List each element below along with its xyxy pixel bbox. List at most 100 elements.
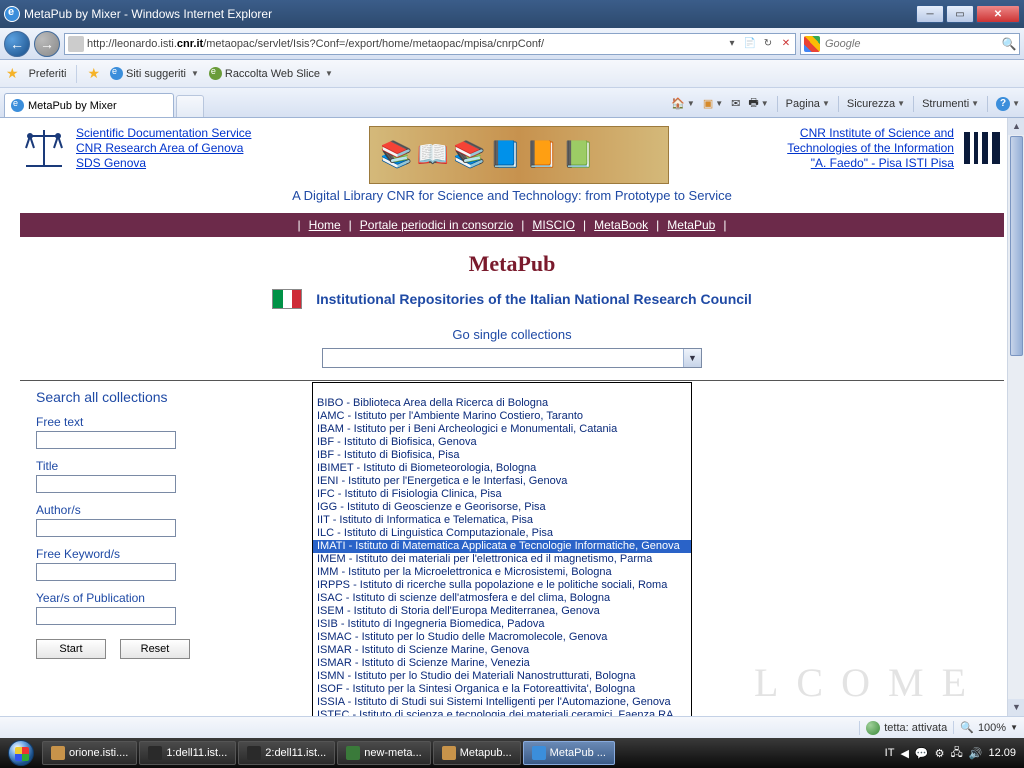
- collection-dropdown-list[interactable]: BIBO - Biblioteca Area della Ricerca di …: [312, 382, 692, 716]
- dropdown-option[interactable]: IBF - Istituto di Biofisica, Genova: [313, 436, 691, 449]
- nav-home[interactable]: Home: [309, 218, 341, 232]
- nav-portale[interactable]: Portale periodici in consorzio: [360, 218, 513, 232]
- hdr-link[interactable]: Scientific Documentation Service: [76, 126, 251, 141]
- dropdown-option[interactable]: ISIB - Istituto di Ingegneria Biomedica,…: [313, 618, 691, 631]
- dropdown-option[interactable]: IMATI - Istituto di Matematica Applicata…: [313, 540, 691, 553]
- favorites-star-icon[interactable]: ★: [6, 65, 19, 82]
- add-favorite-icon[interactable]: ★: [87, 65, 100, 82]
- taskbar-item-active[interactable]: MetaPub ...: [523, 741, 615, 765]
- browser-navbar: ← → http://leonardo.isti.cnr.it/metaopac…: [0, 28, 1024, 60]
- browser-search-input[interactable]: [823, 38, 999, 50]
- tray-icon[interactable]: ⚙: [935, 747, 945, 760]
- hdr-link[interactable]: CNR Institute of Science and: [787, 126, 954, 141]
- dropdown-option[interactable]: BIBO - Biblioteca Area della Ricerca di …: [313, 397, 691, 410]
- tray-clock[interactable]: 12.09: [988, 747, 1016, 759]
- dropdown-option[interactable]: IMEM - Istituto dei materiali per l'elet…: [313, 553, 691, 566]
- dropdown-option[interactable]: ISMAC - Istituto per lo Studio delle Mac…: [313, 631, 691, 644]
- dropdown-option[interactable]: [313, 384, 691, 397]
- input-free-text[interactable]: [36, 431, 176, 449]
- dropdown-option[interactable]: ISMAR - Istituto di Scienze Marine, Geno…: [313, 644, 691, 657]
- dropdown-option[interactable]: IFC - Istituto di Fisiologia Clinica, Pi…: [313, 488, 691, 501]
- nav-miscio[interactable]: MISCIO: [532, 218, 575, 232]
- stop-icon[interactable]: ✕: [777, 35, 795, 53]
- status-zoom[interactable]: 🔍 100% ▼: [953, 721, 1018, 734]
- browser-search[interactable]: 🔍: [800, 33, 1020, 55]
- dropdown-option[interactable]: ISEM - Istituto di Storia dell'Europa Me…: [313, 605, 691, 618]
- scroll-thumb[interactable]: [1010, 136, 1023, 356]
- reset-button[interactable]: Reset: [120, 639, 190, 659]
- collection-select[interactable]: ▼: [322, 348, 702, 368]
- input-keywords[interactable]: [36, 563, 176, 581]
- dropdown-option[interactable]: ISAC - Istituto di scienze dell'atmosfer…: [313, 592, 691, 605]
- watermark-text: LCOME: [754, 659, 984, 706]
- tools-menu[interactable]: Strumenti▼: [922, 98, 979, 110]
- tray-icon[interactable]: 💬: [915, 747, 929, 760]
- dropdown-option[interactable]: IBF - Istituto di Biofisica, Pisa: [313, 449, 691, 462]
- page-menu[interactable]: Pagina▼: [786, 98, 830, 110]
- print-button[interactable]: 🖶▼: [748, 94, 768, 113]
- close-button[interactable]: ✕: [976, 5, 1020, 23]
- maximize-button[interactable]: ▭: [946, 5, 974, 23]
- minimize-button[interactable]: ─: [916, 5, 944, 23]
- favorites-label[interactable]: Preferiti: [29, 68, 67, 80]
- dropdown-option[interactable]: IBIMET - Istituto di Biometeorologia, Bo…: [313, 462, 691, 475]
- taskbar-item[interactable]: 2:dell11.ist...: [238, 741, 335, 765]
- dropdown-option[interactable]: ISMAR - Istituto di Scienze Marine, Vene…: [313, 657, 691, 670]
- feeds-button[interactable]: ▣▼: [703, 97, 723, 110]
- taskbar-item[interactable]: Metapub...: [433, 741, 521, 765]
- scroll-down-icon[interactable]: ▼: [1008, 699, 1024, 716]
- home-button[interactable]: 🏠▼: [671, 97, 695, 110]
- new-tab-button[interactable]: [176, 95, 204, 117]
- dropdown-option[interactable]: ISMN - Istituto per lo Studio dei Materi…: [313, 670, 691, 683]
- refresh-icon[interactable]: ↻: [759, 35, 777, 53]
- start-button[interactable]: Start: [36, 639, 106, 659]
- address-bar[interactable]: http://leonardo.isti.cnr.it/metaopac/ser…: [64, 33, 796, 55]
- tab-active[interactable]: MetaPub by Mixer: [4, 93, 174, 117]
- dropdown-option[interactable]: ISOF - Istituto per la Sintesi Organica …: [313, 683, 691, 696]
- dropdown-option[interactable]: IGG - Istituto di Geoscienze e Georisors…: [313, 501, 691, 514]
- forward-button[interactable]: →: [34, 31, 60, 57]
- taskbar-item[interactable]: 1:dell11.ist...: [139, 741, 236, 765]
- label-year: Year/s of Publication: [36, 591, 246, 605]
- input-year[interactable]: [36, 607, 176, 625]
- dropdown-option[interactable]: ILC - Istituto di Linguistica Computazio…: [313, 527, 691, 540]
- tray-chevron-icon[interactable]: ◀: [900, 747, 908, 760]
- start-button[interactable]: [2, 738, 40, 768]
- system-tray[interactable]: IT ◀ 💬 ⚙ 🖧 🔊 12.09: [885, 744, 1022, 763]
- vertical-scrollbar[interactable]: ▲ ▼: [1007, 118, 1024, 716]
- hdr-link[interactable]: CNR Research Area of Genova: [76, 141, 251, 156]
- chevron-down-icon[interactable]: ▼: [683, 349, 701, 367]
- tray-lang[interactable]: IT: [885, 747, 895, 759]
- taskbar-item[interactable]: new-meta...: [337, 741, 430, 765]
- dropdown-option[interactable]: IRPPS - Istituto di ricerche sulla popol…: [313, 579, 691, 592]
- dropdown-option[interactable]: IMM - Istituto per la Microelettronica e…: [313, 566, 691, 579]
- dropdown-option[interactable]: IENI - Istituto per l'Energetica e le In…: [313, 475, 691, 488]
- input-authors[interactable]: [36, 519, 176, 537]
- help-button[interactable]: ?▼: [996, 97, 1020, 111]
- dropdown-option[interactable]: IIT - Istituto di Informatica e Telemati…: [313, 514, 691, 527]
- mail-button[interactable]: ✉: [731, 97, 740, 110]
- dropdown-option[interactable]: IAMC - Istituto per l'Ambiente Marino Co…: [313, 410, 691, 423]
- ie-status-bar: tetta: attivata 🔍 100% ▼: [0, 716, 1024, 738]
- web-slice[interactable]: Raccolta Web Slice▼: [209, 67, 333, 80]
- tray-volume-icon[interactable]: 🔊: [969, 747, 983, 760]
- dropdown-option[interactable]: ISSIA - Istituto di Studi sui Sistemi In…: [313, 696, 691, 709]
- hdr-link[interactable]: Technologies of the Information: [787, 141, 954, 156]
- nav-metapub[interactable]: MetaPub: [667, 218, 715, 232]
- scroll-up-icon[interactable]: ▲: [1008, 118, 1024, 135]
- taskbar-item[interactable]: orione.isti....: [42, 741, 137, 765]
- address-dropdown-icon[interactable]: ▾: [723, 35, 741, 53]
- hdr-link[interactable]: SDS Genova: [76, 156, 251, 171]
- nav-metabook[interactable]: MetaBook: [594, 218, 648, 232]
- dropdown-option[interactable]: ISTEC - Istituto di scienza e tecnologia…: [313, 709, 691, 716]
- label-free-text: Free text: [36, 415, 246, 429]
- dropdown-option[interactable]: IBAM - Istituto per i Beni Archeologici …: [313, 423, 691, 436]
- security-menu[interactable]: Sicurezza▼: [847, 98, 905, 110]
- back-button[interactable]: ←: [4, 31, 30, 57]
- search-icon[interactable]: 🔍: [999, 37, 1019, 51]
- input-title[interactable]: [36, 475, 176, 493]
- suggested-sites[interactable]: Siti suggeriti▼: [110, 67, 199, 80]
- hdr-link[interactable]: "A. Faedo" - Pisa ISTI Pisa: [787, 156, 954, 171]
- tray-network-icon[interactable]: 🖧: [951, 744, 963, 763]
- compat-view-icon[interactable]: 📄: [741, 35, 759, 53]
